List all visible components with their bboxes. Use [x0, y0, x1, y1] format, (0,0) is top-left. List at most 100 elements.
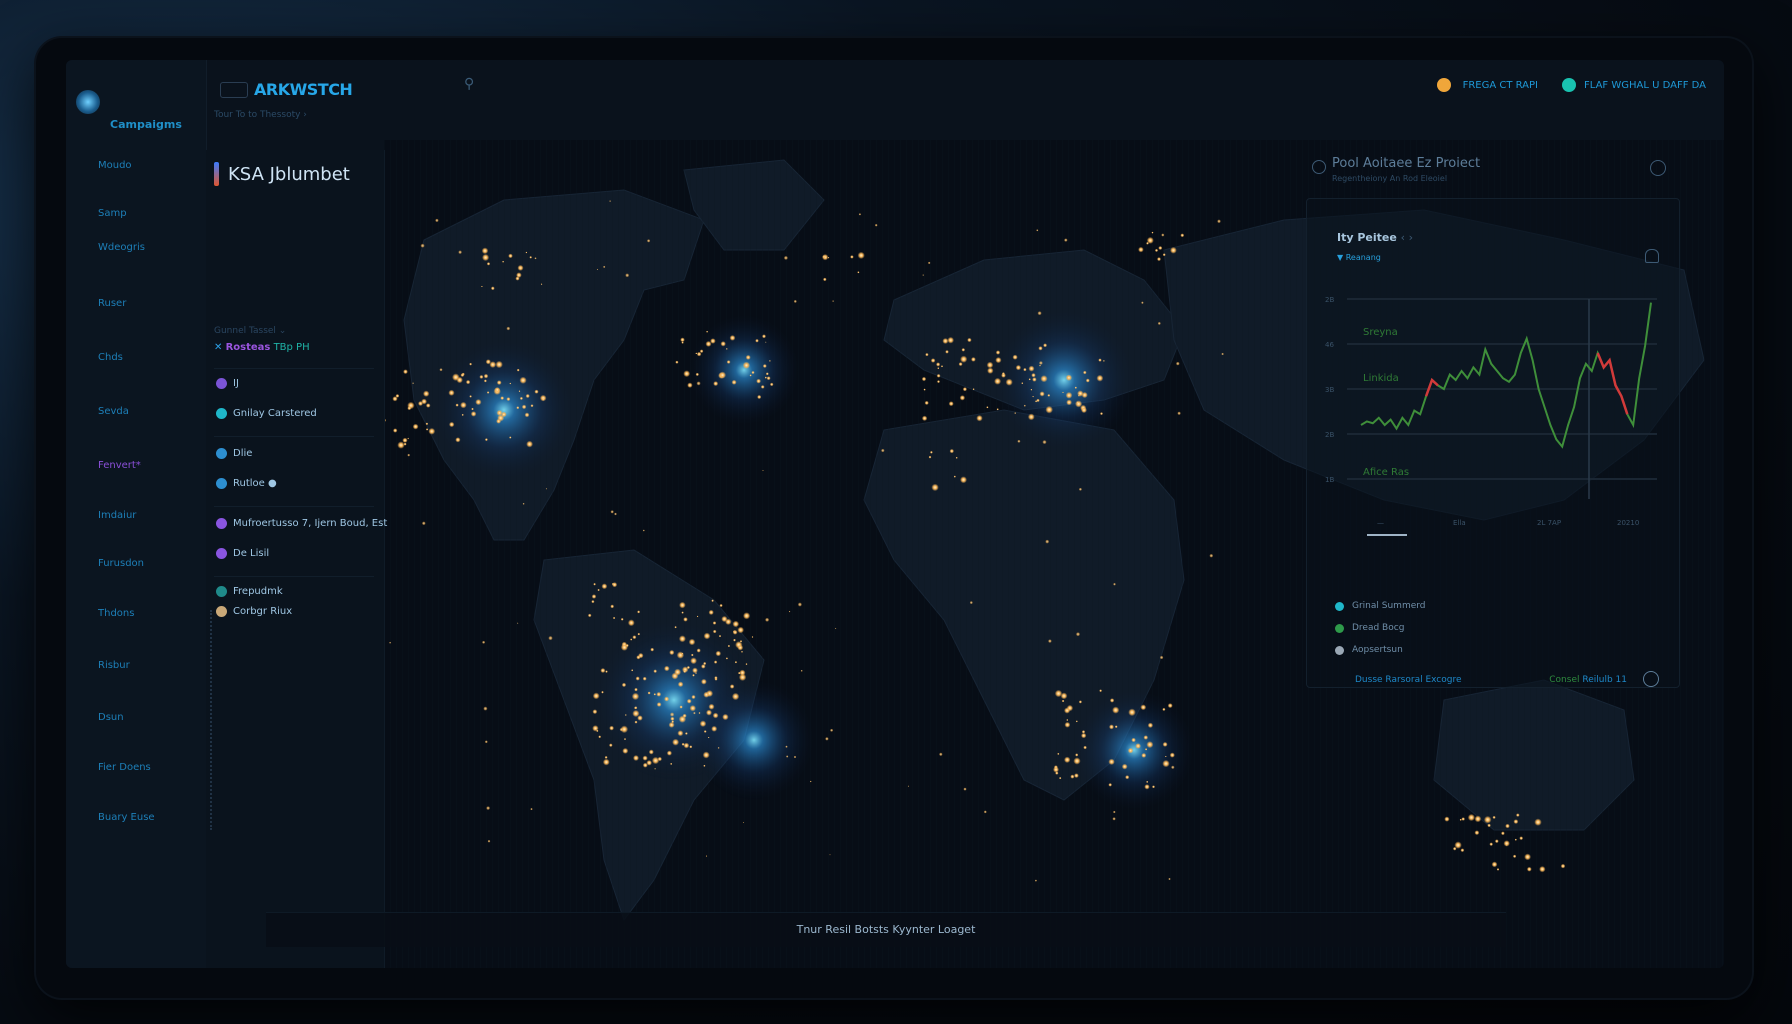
- city-light: [541, 398, 545, 401]
- layer-item[interactable]: Rutloe ●: [216, 478, 277, 489]
- circle-icon: [216, 518, 227, 529]
- chart-filter[interactable]: ▼ Reanang: [1337, 253, 1381, 262]
- sidebar: Campaigms Moudo Samp Wdeogris Ruser Chds Sevd…: [66, 60, 207, 968]
- city-light: [679, 601, 686, 609]
- city-light: [637, 610, 641, 614]
- city-light: [786, 755, 789, 758]
- city-light: [524, 412, 530, 418]
- city-light: [638, 652, 644, 659]
- city-light: [1135, 743, 1141, 749]
- city-light: [490, 286, 495, 291]
- sidebar-item[interactable]: Chds: [98, 352, 123, 363]
- sidebar-item[interactable]: Buary Euse: [98, 812, 155, 823]
- city-light: [1128, 708, 1136, 717]
- city-light: [764, 376, 767, 379]
- breadcrumb[interactable]: Tour To to Thessoty ›: [214, 110, 307, 120]
- sidebar-item[interactable]: Moudo: [98, 160, 132, 171]
- legend-item[interactable]: Dread Bocg: [1335, 623, 1404, 633]
- city-light: [486, 806, 491, 811]
- city-light: [749, 374, 752, 377]
- city-light: [529, 256, 532, 259]
- city-light: [692, 674, 695, 677]
- sidebar-item[interactable]: Thdons: [98, 608, 134, 619]
- city-light: [683, 617, 688, 622]
- close-icon[interactable]: ✕: [214, 342, 222, 353]
- footer-left[interactable]: Dusse Rarsoral Excogre: [1355, 675, 1462, 685]
- sidebar-item[interactable]: Imdaiur: [98, 510, 136, 521]
- chevron-icon[interactable]: ‹ ›: [1401, 231, 1413, 244]
- legend-item[interactable]: Grinal Summerd: [1335, 601, 1426, 611]
- city-light: [699, 720, 707, 727]
- layer-item[interactable]: Gnilay Carstered: [216, 408, 317, 419]
- city-light: [403, 442, 407, 446]
- sidebar-item[interactable]: Ruser: [98, 298, 126, 309]
- filter-chip[interactable]: ✕ Rosteas TBp PH: [214, 342, 310, 353]
- city-light: [1066, 704, 1074, 712]
- panel-toggle-icon[interactable]: [1312, 160, 1326, 174]
- city-light: [702, 751, 710, 759]
- sidebar-item[interactable]: Dsun: [98, 712, 124, 723]
- city-light: [530, 404, 534, 408]
- sidebar-item[interactable]: Fier Doens: [98, 762, 151, 773]
- city-light: [691, 694, 696, 700]
- app-brand[interactable]: ARKWSTCH: [254, 80, 353, 99]
- circle-icon: [216, 606, 227, 617]
- city-light: [633, 755, 639, 761]
- settings-icon[interactable]: [1650, 160, 1666, 176]
- expand-icon[interactable]: [1643, 671, 1659, 687]
- sidebar-item[interactable]: Sevda: [98, 406, 129, 417]
- layer-item[interactable]: Mufroertusso 7, Ijern Boud, Est: [216, 518, 387, 529]
- folder-icon: [220, 82, 248, 98]
- city-light: [930, 358, 936, 363]
- sidebar-item[interactable]: Furusdon: [98, 558, 144, 569]
- city-light: [797, 602, 802, 607]
- city-light: [1065, 374, 1073, 381]
- city-light: [793, 299, 797, 303]
- footer-right[interactable]: Consel Reilulb 11: [1549, 675, 1627, 685]
- city-light: [1027, 413, 1035, 421]
- layer-item[interactable]: De Lisil: [216, 548, 269, 559]
- city-light: [609, 200, 611, 202]
- city-light: [717, 746, 720, 749]
- sidebar-item[interactable]: Samp: [98, 208, 127, 219]
- city-light: [508, 253, 513, 259]
- layer-item[interactable]: IJ: [216, 378, 239, 389]
- status-indicator-1[interactable]: FREGA CT RAPI: [1436, 78, 1538, 92]
- filter-dropdown[interactable]: Gunnel Tassel ⌄: [214, 326, 286, 336]
- city-light: [461, 413, 464, 416]
- city-light: [1075, 720, 1078, 723]
- circle-icon: [216, 448, 227, 459]
- city-light: [525, 251, 528, 254]
- layer-item[interactable]: Frepudmk: [216, 586, 283, 597]
- city-light: [937, 367, 940, 370]
- scrollbar[interactable]: [210, 610, 216, 830]
- sidebar-item[interactable]: Fenvert*: [98, 460, 141, 471]
- status-indicator-2[interactable]: FLAF WGHAL U DAFF DA: [1562, 78, 1706, 92]
- city-light: [969, 601, 973, 605]
- city-light: [703, 632, 711, 640]
- city-light: [751, 636, 754, 638]
- bell-icon[interactable]: [1645, 249, 1659, 263]
- app-logo-icon[interactable]: [76, 90, 100, 114]
- sidebar-item[interactable]: Wdeogris: [98, 242, 145, 253]
- city-light: [483, 379, 487, 383]
- city-light: [986, 361, 994, 369]
- city-light: [925, 352, 929, 357]
- city-light: [1489, 842, 1493, 846]
- chart-section-title[interactable]: Ity Peitee ‹ ›: [1337, 231, 1413, 244]
- city-light: [1560, 863, 1566, 869]
- city-light: [732, 620, 740, 628]
- line-chart[interactable]: 2B 46 3B 2B 1B Sreyna Linkida Afice Ras — Ella 2L …: [1317, 279, 1667, 549]
- layer-item[interactable]: Corbgr Riux: [216, 606, 292, 617]
- city-light: [1177, 411, 1181, 416]
- city-light: [403, 369, 408, 375]
- pin-icon[interactable]: ⚲: [464, 76, 474, 92]
- city-light: [1217, 219, 1221, 224]
- city-light: [482, 640, 486, 644]
- city-light: [392, 396, 398, 402]
- sidebar-item[interactable]: Risbur: [98, 660, 130, 671]
- city-light: [689, 745, 693, 749]
- legend-item[interactable]: Aopsertsun: [1335, 645, 1403, 655]
- layer-item[interactable]: Dlie: [216, 448, 252, 459]
- workspace-label[interactable]: Campaigms: [110, 118, 182, 131]
